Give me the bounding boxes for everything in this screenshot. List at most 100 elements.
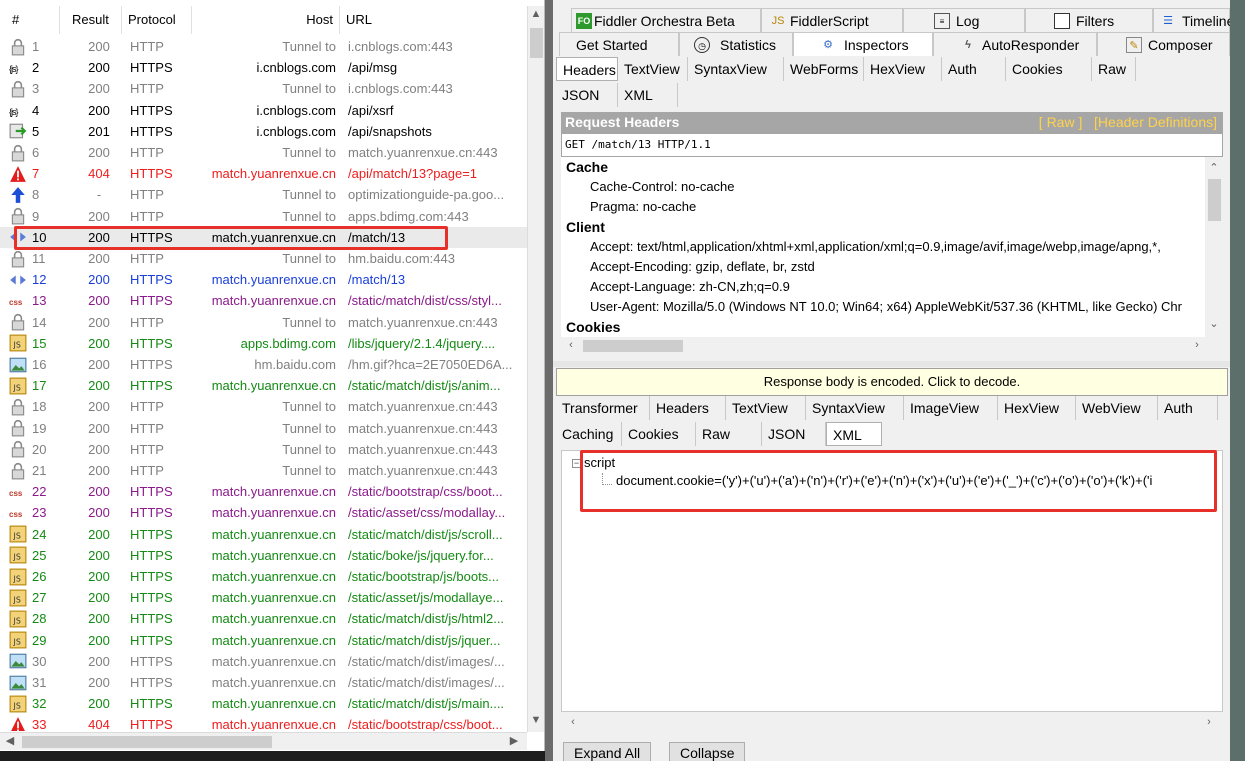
session-row[interactable]: JS 26 200 HTTPS match.yuanrenxue.cn/static/b… bbox=[0, 566, 527, 587]
header-entry[interactable]: Accept-Language: zh-CN,zh;q=0.9 bbox=[590, 279, 790, 294]
session-row[interactable]: 6 200 HTTP Tunnel to match.yuanrenxue.cn:443 bbox=[0, 142, 527, 163]
scrollbar-thumb[interactable] bbox=[530, 28, 543, 58]
tab-headers[interactable]: Headers bbox=[556, 57, 618, 81]
tab-json[interactable]: JSON bbox=[762, 422, 826, 446]
session-row[interactable]: 11 200 HTTP Tunnel to hm.baidu.com:443 bbox=[0, 248, 527, 269]
tab-autoresponder[interactable]: ϟ AutoResponder bbox=[933, 32, 1097, 56]
session-row[interactable]: 21 200 HTTP Tunnel to match.yuanrenxue.cn:44… bbox=[0, 460, 527, 481]
tab-hexview[interactable]: HexView bbox=[864, 57, 942, 81]
scrollbar-thumb[interactable] bbox=[583, 340, 683, 352]
tab-imageview[interactable]: ImageView bbox=[904, 396, 998, 420]
tab-statistics[interactable]: ◷ Statistics bbox=[679, 32, 793, 56]
header-entry[interactable]: Pragma: no-cache bbox=[590, 199, 696, 214]
tab-textview[interactable]: TextView bbox=[726, 396, 806, 420]
tab-raw[interactable]: Raw bbox=[1092, 57, 1136, 81]
tab-cookies[interactable]: Cookies bbox=[1006, 57, 1092, 81]
tab-log[interactable]: ≡ Log bbox=[903, 8, 1025, 32]
session-row[interactable]: 5 201 HTTPS i.cnblogs.com/api/snapshots bbox=[0, 121, 527, 142]
session-row[interactable]: 18 200 HTTP Tunnel to match.yuanrenxue.cn:44… bbox=[0, 396, 527, 417]
tab-timeline[interactable]: ☰ Timeline bbox=[1153, 8, 1234, 32]
expand-all-button[interactable]: Expand All bbox=[563, 742, 652, 761]
session-row[interactable]: JS 27 200 HTTPS match.yuanrenxue.cn/static/a… bbox=[0, 587, 527, 608]
header-entry[interactable]: Accept: text/html,application/xhtml+xml,… bbox=[590, 239, 1161, 254]
header-entry[interactable]: User-Agent: Mozilla/5.0 (Windows NT 10.0… bbox=[590, 299, 1182, 314]
tab-syntaxview[interactable]: SyntaxView bbox=[688, 57, 784, 81]
response-horizontal-scrollbar[interactable]: ‹ › bbox=[561, 712, 1223, 736]
header-section-cookies[interactable]: Cookies bbox=[566, 319, 620, 335]
scroll-down-icon[interactable]: ⌄ bbox=[1206, 317, 1222, 330]
header-section-cache[interactable]: Cache bbox=[566, 159, 608, 175]
session-row[interactable]: {js} 4 200 HTTPS i.cnblogs.com/api/xsrf bbox=[0, 100, 527, 121]
scroll-left-icon[interactable]: ‹ bbox=[565, 716, 581, 728]
session-list[interactable]: # Result Protocol Host URL 1 200 HTTP Tunne… bbox=[0, 0, 545, 761]
tab-headers[interactable]: Headers bbox=[650, 396, 726, 420]
tab-fiddlerscript[interactable]: JS FiddlerScript bbox=[761, 8, 903, 32]
tab-get-started[interactable]: Get Started bbox=[559, 32, 679, 56]
scrollbar-thumb[interactable] bbox=[22, 736, 272, 748]
session-row[interactable]: 12 200 HTTPS match.yuanrenxue.cn/match/13 bbox=[0, 269, 527, 290]
session-row[interactable]: JS 24 200 HTTPS match.yuanrenxue.cn/static/m… bbox=[0, 524, 527, 545]
header-entry[interactable]: Cache-Control: no-cache bbox=[590, 179, 735, 194]
header-section-client[interactable]: Client bbox=[566, 219, 605, 235]
session-row[interactable]: css 13 200 HTTPS match.yuanrenxue.cn/static/… bbox=[0, 290, 527, 311]
session-row[interactable]: 16 200 HTTPS hm.baidu.com/hm.gif?hca=2E7050… bbox=[0, 354, 527, 375]
session-row[interactable]: JS 32 200 HTTPS match.yuanrenxue.cn/static/m… bbox=[0, 693, 527, 714]
session-row[interactable]: JS 15 200 HTTPS apps.bdimg.com/libs/jquery/2… bbox=[0, 333, 527, 354]
session-row[interactable]: 3 200 HTTP Tunnel to i.cnblogs.com:443 bbox=[0, 78, 527, 99]
session-list-vertical-scrollbar[interactable]: ▲ ▼ bbox=[527, 6, 544, 732]
scroll-up-icon[interactable]: ⌃ bbox=[1206, 161, 1222, 174]
session-row[interactable]: 20 200 HTTP Tunnel to match.yuanrenxue.cn:44… bbox=[0, 439, 527, 460]
session-row[interactable]: 19 200 HTTP Tunnel to match.yuanrenxue.cn:44… bbox=[0, 418, 527, 439]
request-headers-horizontal-scrollbar[interactable]: ‹ › bbox=[561, 337, 1223, 355]
tab-xml[interactable]: XML bbox=[826, 422, 882, 446]
session-row[interactable]: JS 28 200 HTTPS match.yuanrenxue.cn/static/m… bbox=[0, 608, 527, 629]
session-row[interactable]: css 23 200 HTTPS match.yuanrenxue.cn/static/… bbox=[0, 502, 527, 523]
session-row[interactable]: {js} 2 200 HTTPS i.cnblogs.com/api/msg bbox=[0, 57, 527, 78]
column-header-result[interactable]: Result bbox=[60, 6, 122, 34]
column-header-host[interactable]: Host bbox=[192, 6, 340, 34]
scroll-right-icon[interactable]: › bbox=[1189, 339, 1205, 351]
tab-webview[interactable]: WebView bbox=[1076, 396, 1158, 420]
session-row[interactable]: 1 200 HTTP Tunnel to i.cnblogs.com:443 bbox=[0, 36, 527, 57]
tab-textview[interactable]: TextView bbox=[618, 57, 688, 81]
tab-syntaxview[interactable]: SyntaxView bbox=[806, 396, 904, 420]
scroll-right-icon[interactable]: › bbox=[1201, 716, 1217, 728]
session-row[interactable]: 7 404 HTTPS match.yuanrenxue.cn/api/match/1… bbox=[0, 163, 527, 184]
session-row[interactable]: 33 404 HTTPS match.yuanrenxue.cn/static/boo… bbox=[0, 714, 527, 731]
tab-caching[interactable]: Caching bbox=[556, 422, 622, 446]
collapse-button[interactable]: Collapse bbox=[669, 742, 746, 761]
tab-xml[interactable]: XML bbox=[618, 83, 678, 107]
pane-splitter[interactable] bbox=[553, 361, 1230, 367]
tab-fiddler-orchestra[interactable]: FO Fiddler Orchestra Beta bbox=[571, 8, 761, 32]
tab-auth[interactable]: Auth bbox=[942, 57, 1006, 81]
scroll-left-icon[interactable]: ◀ bbox=[2, 734, 18, 747]
tab-raw[interactable]: Raw bbox=[696, 422, 762, 446]
session-row[interactable]: css 22 200 HTTPS match.yuanrenxue.cn/static/… bbox=[0, 481, 527, 502]
tab-filters[interactable]: Filters bbox=[1025, 8, 1153, 32]
tab-cookies[interactable]: Cookies bbox=[622, 422, 696, 446]
session-list-horizontal-scrollbar[interactable]: ◀ ▶ bbox=[0, 732, 527, 750]
column-header-protocol[interactable]: Protocol bbox=[122, 6, 192, 34]
scrollbar-thumb[interactable] bbox=[1208, 179, 1221, 221]
request-headers-vertical-scrollbar[interactable]: ⌃ ⌄ bbox=[1205, 157, 1223, 337]
scroll-left-icon[interactable]: ‹ bbox=[563, 339, 579, 351]
scroll-down-icon[interactable]: ▼ bbox=[528, 714, 544, 726]
session-row[interactable]: 8 - HTTP Tunnel to optimizationguide-pa.goo.… bbox=[0, 184, 527, 205]
session-row[interactable]: 14 200 HTTP Tunnel to match.yuanrenxue.cn:44… bbox=[0, 312, 527, 333]
header-entry[interactable]: Accept-Encoding: gzip, deflate, br, zstd bbox=[590, 259, 815, 274]
session-row[interactable]: JS 29 200 HTTPS match.yuanrenxue.cn/static/m… bbox=[0, 630, 527, 651]
session-row[interactable]: 9 200 HTTP Tunnel to apps.bdimg.com:443 bbox=[0, 206, 527, 227]
decode-notice-bar[interactable]: Response body is encoded. Click to decod… bbox=[556, 368, 1228, 396]
session-row[interactable]: JS 17 200 HTTPS match.yuanrenxue.cn/static/m… bbox=[0, 375, 527, 396]
column-header-number[interactable]: # bbox=[6, 6, 60, 34]
scroll-right-icon[interactable]: ▶ bbox=[506, 734, 522, 747]
request-line[interactable]: GET /match/13 HTTP/1.1 bbox=[561, 133, 1223, 157]
column-header-url[interactable]: URL bbox=[340, 6, 527, 34]
tab-transformer[interactable]: Transformer bbox=[556, 396, 650, 420]
raw-link[interactable]: [ Raw ] bbox=[1039, 114, 1083, 130]
header-definitions-link[interactable]: [Header Definitions] bbox=[1094, 114, 1217, 130]
tab-webforms[interactable]: WebForms bbox=[784, 57, 864, 81]
tab-json[interactable]: JSON bbox=[556, 83, 618, 107]
tab-auth[interactable]: Auth bbox=[1158, 396, 1218, 420]
session-row[interactable]: JS 25 200 HTTPS match.yuanrenxue.cn/static/b… bbox=[0, 545, 527, 566]
